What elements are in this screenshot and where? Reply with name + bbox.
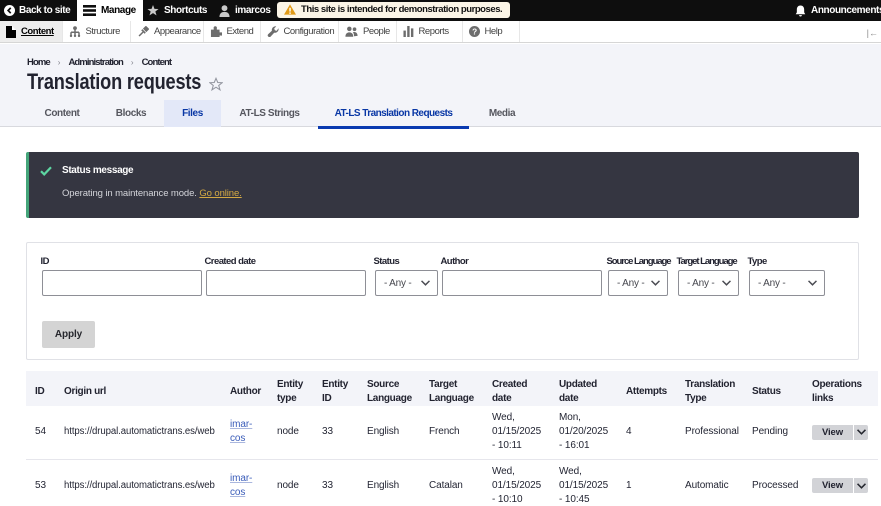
svg-text:?: ? (472, 27, 477, 36)
